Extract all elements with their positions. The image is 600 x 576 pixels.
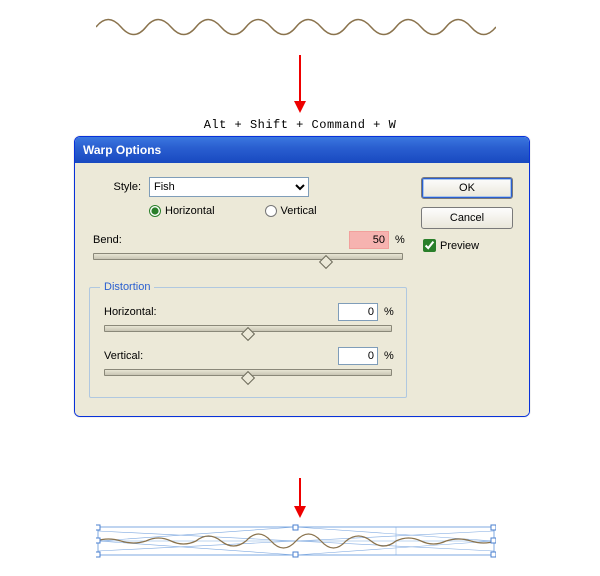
distortion-horizontal-label: Horizontal: <box>100 306 338 318</box>
bend-label: Bend: <box>89 234 349 246</box>
source-wave-graphic <box>96 12 496 42</box>
ok-button[interactable]: OK <box>421 177 513 199</box>
radio-horizontal[interactable] <box>149 205 161 217</box>
distortion-vertical-slider[interactable] <box>104 367 392 383</box>
dialog-title: Warp Options <box>83 143 161 157</box>
keyboard-shortcut: Alt + Shift + Command + W <box>0 118 600 132</box>
dialog-titlebar[interactable]: Warp Options <box>75 137 529 163</box>
distortion-legend: Distortion <box>100 281 154 293</box>
distortion-horizontal-field[interactable] <box>338 303 378 321</box>
distortion-vertical-field[interactable] <box>338 347 378 365</box>
radio-vertical-label: Vertical <box>281 205 317 217</box>
distortion-horizontal-slider[interactable] <box>104 323 392 339</box>
distortion-group: Distortion Horizontal: % Vertical: <box>89 281 407 398</box>
result-wave-graphic <box>96 523 496 561</box>
radio-vertical[interactable] <box>265 205 277 217</box>
distortion-vertical-label: Vertical: <box>100 350 338 362</box>
bend-slider-group: Bend: % <box>89 231 407 267</box>
orientation-vertical-radio[interactable]: Vertical <box>265 205 317 217</box>
distortion-vertical-unit: % <box>378 350 396 362</box>
cancel-button[interactable]: Cancel <box>421 207 513 229</box>
bend-value-field[interactable] <box>349 231 389 249</box>
arrow-down-icon <box>290 478 310 518</box>
radio-horizontal-label: Horizontal <box>165 205 215 217</box>
preview-label: Preview <box>440 240 479 252</box>
style-select[interactable]: Fish <box>149 177 309 197</box>
orientation-horizontal-radio[interactable]: Horizontal <box>149 205 215 217</box>
bend-unit: % <box>389 234 407 246</box>
preview-checkbox-row[interactable]: Preview <box>421 239 515 252</box>
distortion-horizontal-unit: % <box>378 306 396 318</box>
warp-options-dialog: Warp Options Style: Fish Horizontal Vert… <box>74 136 530 417</box>
arrow-down-icon <box>290 55 310 115</box>
style-label: Style: <box>89 181 149 193</box>
bend-slider[interactable] <box>93 251 403 267</box>
preview-checkbox[interactable] <box>423 239 436 252</box>
